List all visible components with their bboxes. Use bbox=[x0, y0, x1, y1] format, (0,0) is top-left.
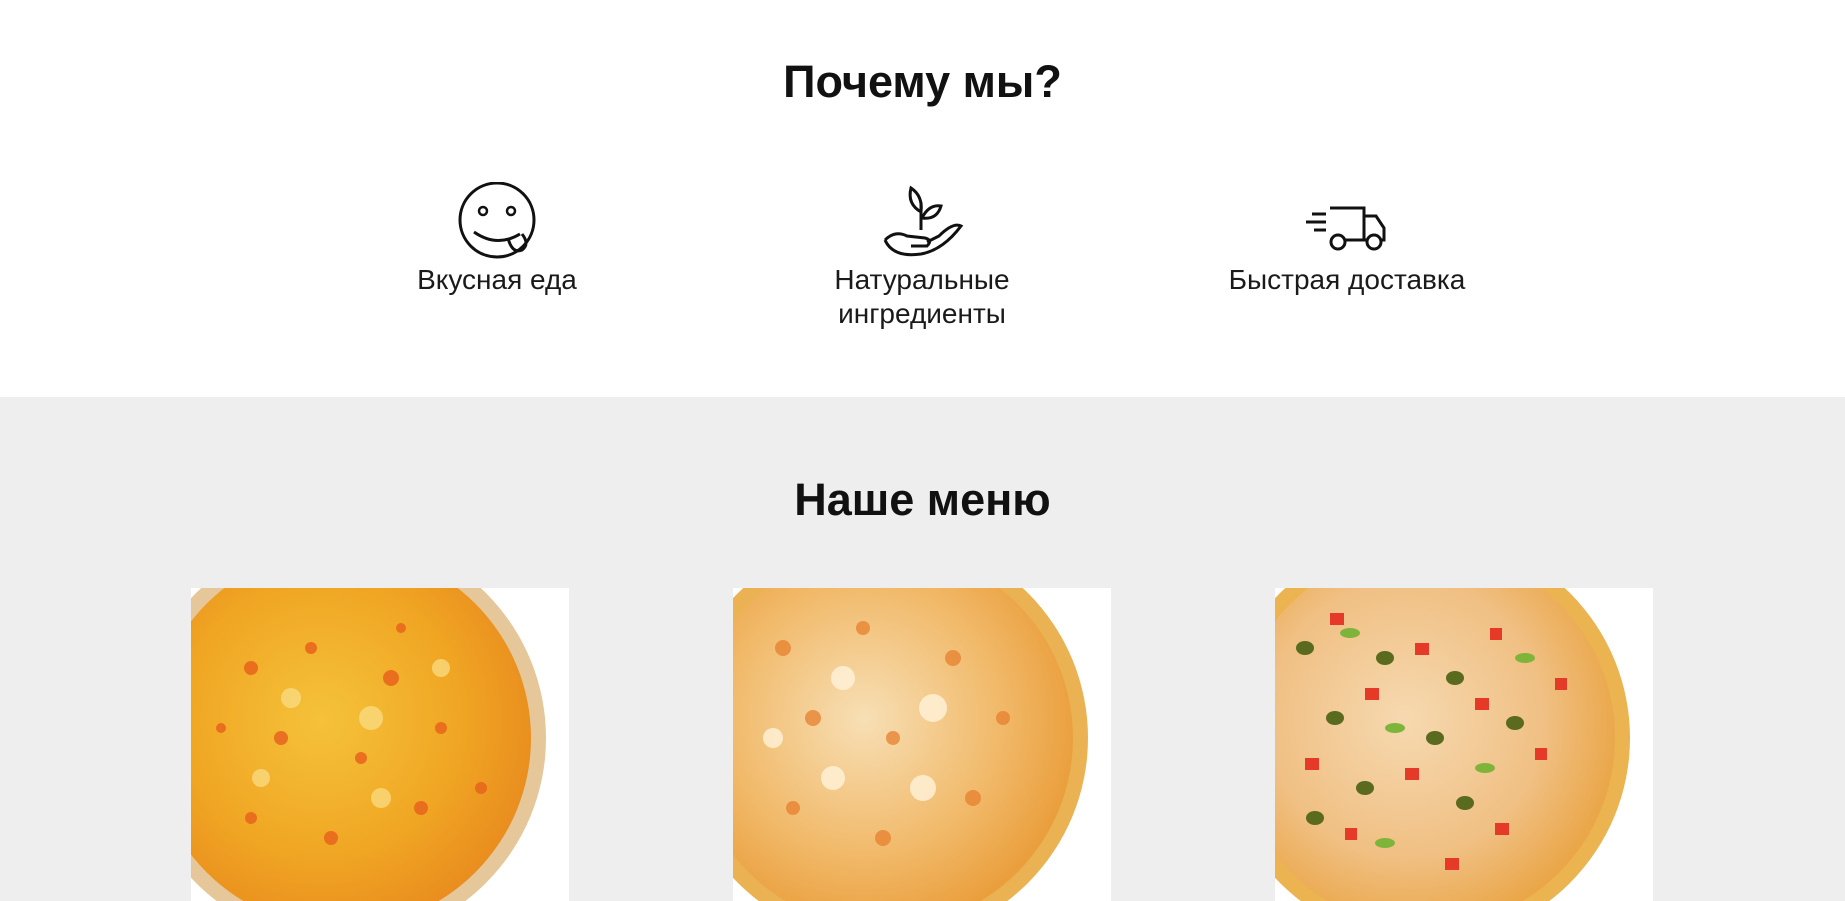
menu-item-card[interactable] bbox=[191, 588, 569, 901]
delivery-truck-icon bbox=[1302, 182, 1392, 262]
menu-section: Наше меню bbox=[0, 397, 1845, 901]
smiley-tongue-icon bbox=[452, 181, 542, 262]
feature-tasty-food: Вкусная еда bbox=[347, 181, 647, 297]
feature-label: Быстрая доставка bbox=[1228, 264, 1466, 295]
why-us-title: Почему мы? bbox=[783, 56, 1062, 107]
pizza-cheese-image bbox=[191, 588, 569, 901]
feature-label: Вкусная еда bbox=[417, 264, 577, 295]
menu-item-card[interactable] bbox=[733, 588, 1111, 901]
menu-item-card[interactable] bbox=[1275, 588, 1653, 901]
feature-natural-ingredients: Натуральные ингредиенты bbox=[772, 182, 1072, 331]
menu-title: Наше меню bbox=[794, 474, 1051, 525]
pizza-hawaiian-image bbox=[733, 588, 1111, 901]
plant-hand-icon bbox=[877, 182, 967, 262]
why-us-section: Почему мы? Вкусная еда Натуральные ингре… bbox=[0, 0, 1845, 397]
feature-label: Натуральные ингредиенты bbox=[834, 264, 1010, 329]
pizza-pepper-image bbox=[1275, 588, 1653, 901]
feature-fast-delivery: Быстрая доставка bbox=[1197, 182, 1497, 297]
